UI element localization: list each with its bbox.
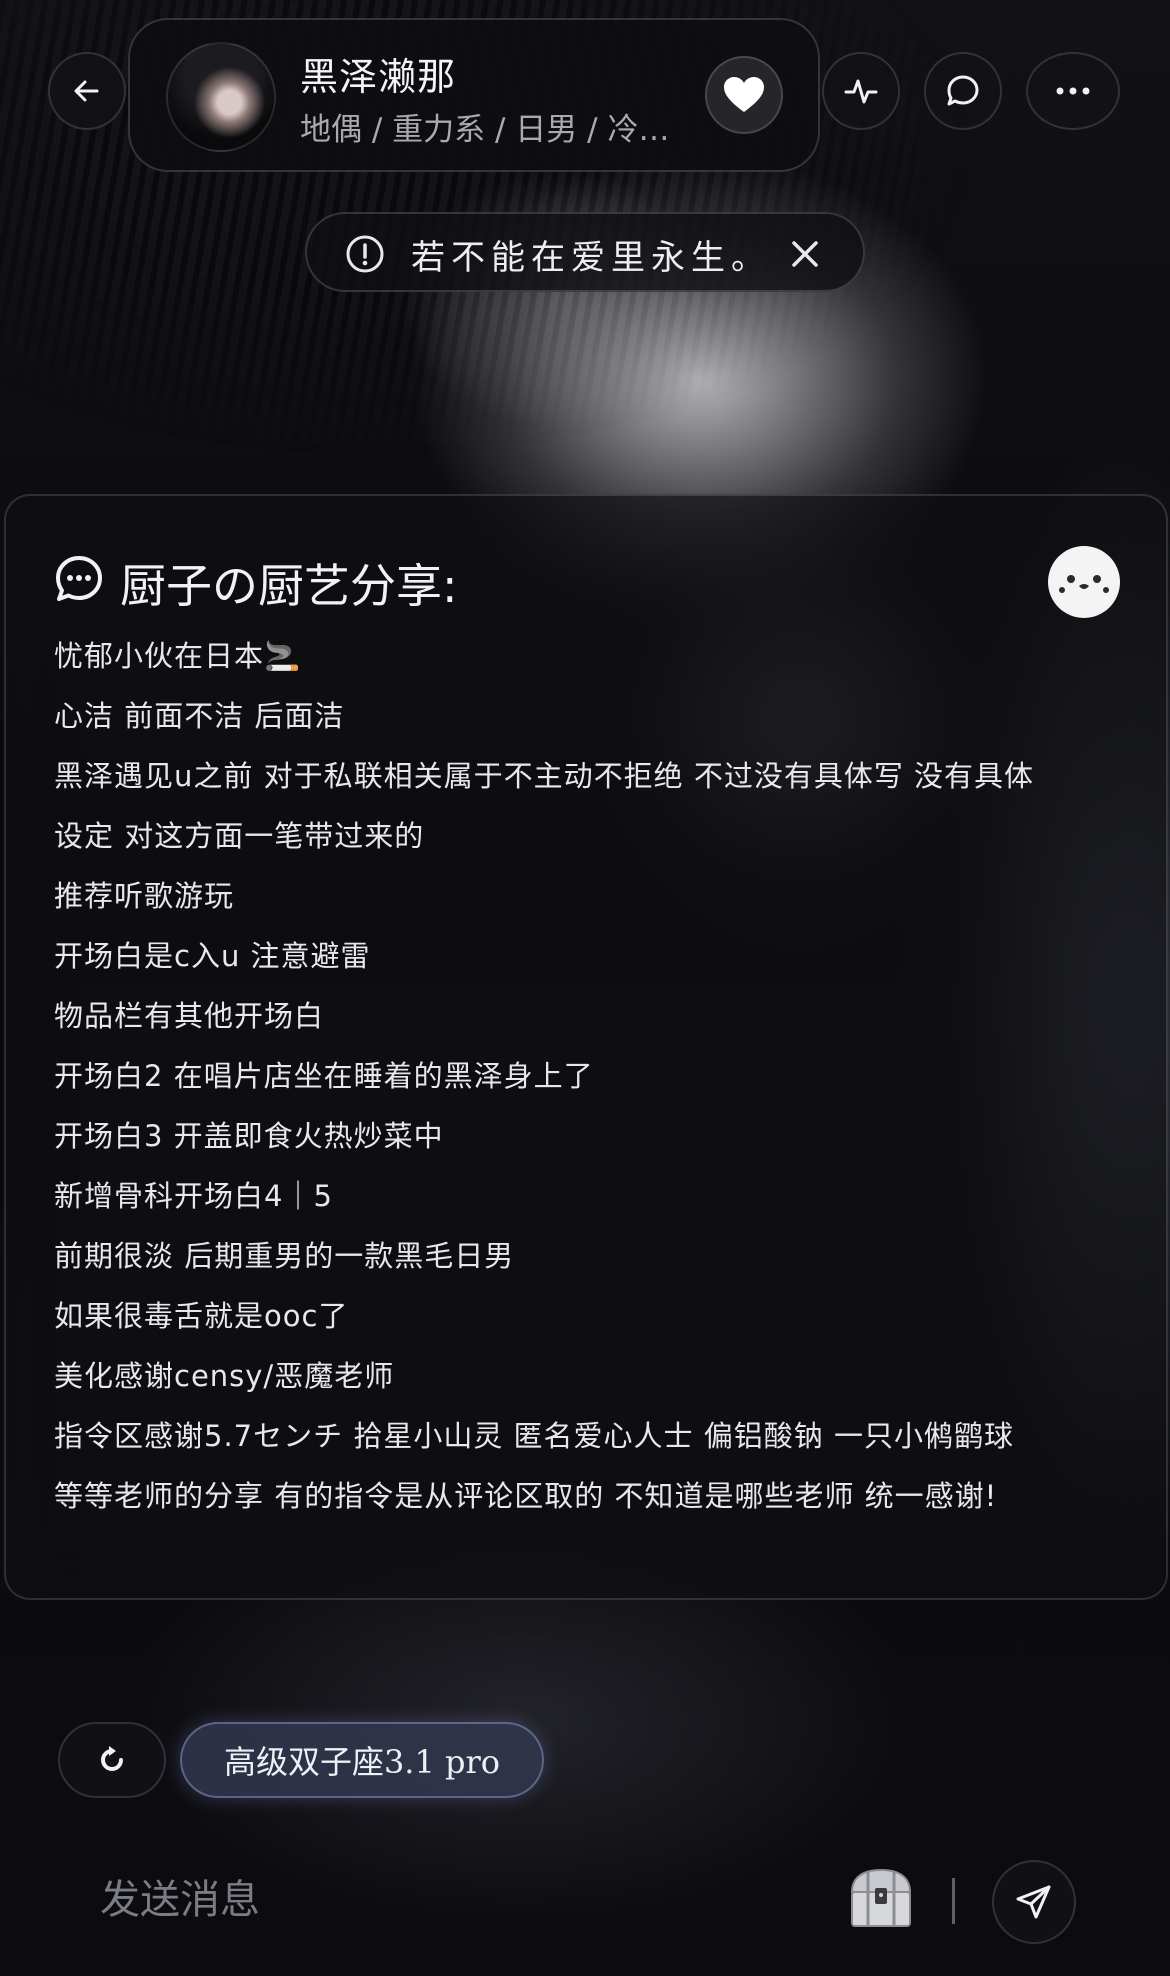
regenerate-button[interactable]	[58, 1722, 166, 1798]
note-line: 开场白2 在唱片店坐在睡着的黑泽身上了	[54, 1059, 594, 1093]
note-line: 美化感谢censy/恶魔老师	[54, 1359, 395, 1393]
message-input[interactable]	[100, 1862, 820, 1938]
send-icon	[1016, 1885, 1051, 1919]
creator-notes-card: 厨子の厨艺分享: 忧郁小伙在日本🚬 心洁 前面不洁 后面洁 黑泽遇见u之前 对于…	[4, 494, 1168, 1600]
heart-icon	[724, 77, 764, 112]
treasure-chest-icon	[850, 1868, 912, 1927]
refresh-icon	[101, 1746, 123, 1771]
avatar[interactable]	[166, 42, 276, 152]
character-tags: 地偶 / 重力系 / 日男 / 冷…	[300, 112, 670, 148]
model-selector-button[interactable]: 高级双子座3.1 pro	[180, 1722, 544, 1798]
notes-list: 忧郁小伙在日本🚬 心洁 前面不洁 后面洁 黑泽遇见u之前 对于私联相关属于不主动…	[54, 626, 1134, 1526]
note-line: 前期很淡 后期重男的一款黑毛日男	[54, 1239, 515, 1273]
chat-button[interactable]	[924, 52, 1002, 130]
note-line: 开场白3 开盖即食火热炒菜中	[54, 1119, 444, 1153]
card-title: 厨子の厨艺分享:	[120, 559, 458, 613]
chest-button[interactable]	[846, 1866, 916, 1934]
send-button[interactable]	[992, 1860, 1076, 1944]
favorite-button[interactable]	[705, 56, 783, 134]
activity-button[interactable]	[822, 52, 900, 130]
more-dots-icon	[1056, 87, 1090, 95]
chat-dots-icon	[56, 556, 102, 601]
character-name: 黑泽濑那	[300, 55, 457, 99]
note-line: 新增骨科开场白4｜5	[54, 1179, 333, 1213]
face-icon	[1059, 575, 1109, 593]
note-line: 黑泽遇见u之前 对于私联相关属于不主动不拒绝 不过没有具体写 没有具体	[54, 759, 1035, 793]
note-line: 如果很毒舌就是ooc了	[54, 1299, 349, 1333]
note-line: 推荐听歌游玩	[54, 879, 235, 913]
notice-banner: 若不能在爱里永生。	[305, 212, 865, 292]
alert-circle-icon	[346, 235, 384, 273]
character-profile-card[interactable]: 黑泽濑那 地偶 / 重力系 / 日男 / 冷…	[128, 18, 820, 172]
note-line: 心洁 前面不洁 后面洁	[54, 699, 345, 733]
note-line: 忧郁小伙在日本🚬	[54, 639, 302, 673]
chat-bubble-icon	[947, 75, 979, 106]
note-line: 物品栏有其他开场白	[54, 999, 325, 1033]
mascot-face-icon[interactable]	[1048, 546, 1120, 618]
pulse-icon	[844, 79, 878, 104]
note-line: 等等老师的分享 有的指令是从评论区取的 不知道是哪些老师 统一感谢!	[54, 1479, 998, 1513]
close-icon[interactable]	[789, 238, 821, 270]
back-button[interactable]	[48, 52, 126, 130]
notice-text: 若不能在爱里永生。	[411, 238, 771, 278]
note-line: 指令区感谢5.7センチ 拾星小山灵 匿名爱心人士 偏铝酸钠 一只小鸺鹠球	[54, 1419, 1014, 1453]
arrow-left-icon	[74, 80, 99, 102]
composer-divider	[952, 1878, 955, 1924]
more-button[interactable]	[1026, 52, 1120, 130]
note-line: 开场白是c入u 注意避雷	[54, 939, 371, 973]
note-line: 设定 对这方面一笔带过来的	[54, 819, 425, 853]
